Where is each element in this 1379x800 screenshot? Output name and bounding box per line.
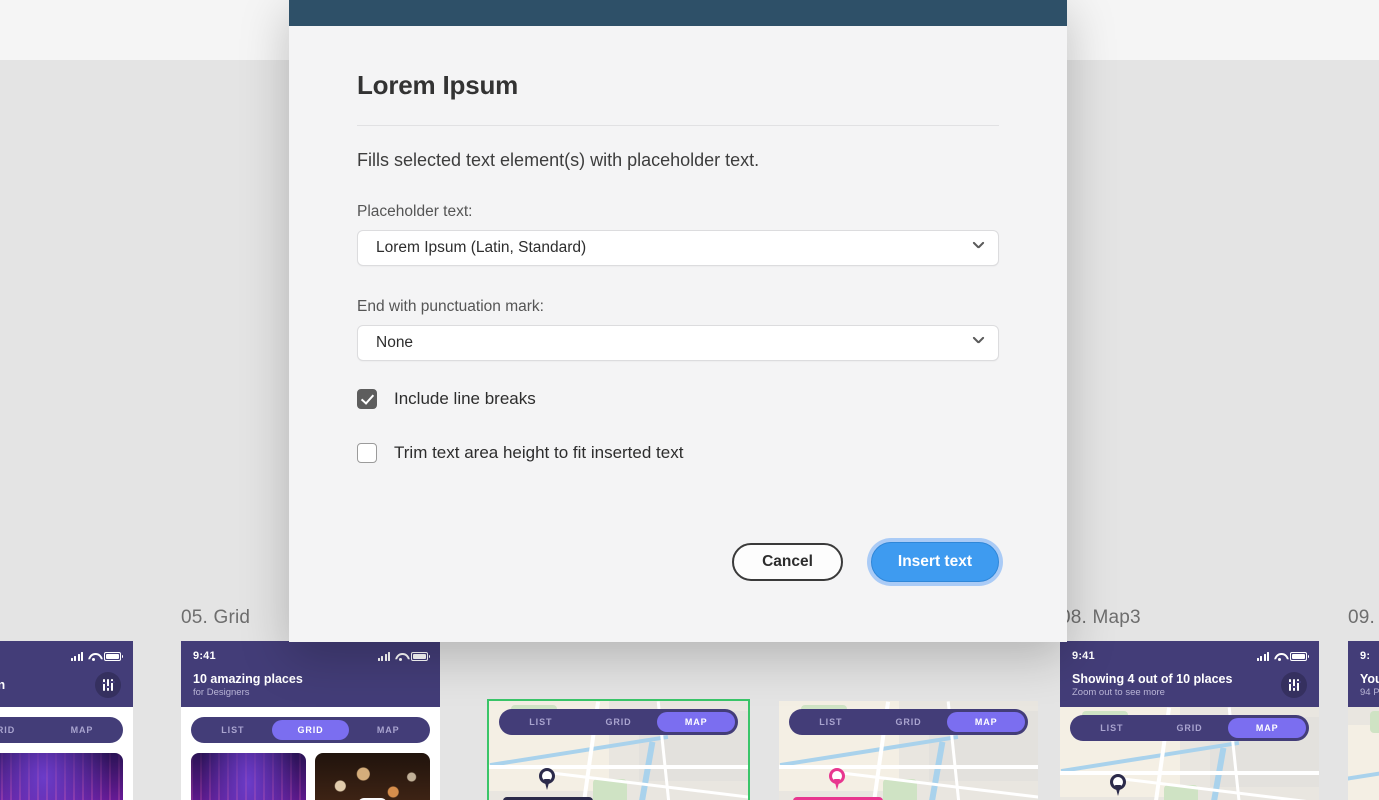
segmented-tabs[interactable]: LIST GRID MAP [499, 709, 738, 735]
tab-list[interactable]: LIST [502, 712, 580, 732]
card-image[interactable]: GET INSPIRED [0, 753, 123, 800]
header-title-row: You 94 P [1360, 672, 1379, 698]
punctuation-value: None [376, 334, 414, 351]
filter-icon[interactable] [95, 672, 121, 698]
battery-icon [1290, 651, 1309, 661]
artboard-header-sub: 94 P [1360, 687, 1379, 699]
artboard-map-selected[interactable]: The Dublin Castle LIST GRID MAP [487, 699, 750, 800]
trim-text-area-row[interactable]: Trim text area height to fit inserted te… [357, 443, 999, 463]
segmented-tabs[interactable]: RID MAP [0, 717, 123, 743]
tab-list[interactable]: LIST [792, 712, 870, 732]
chevron-down-icon [973, 337, 984, 348]
status-icons [1256, 651, 1309, 661]
dialog-description: Fills selected text element(s) with plac… [357, 150, 760, 170]
status-bar [0, 648, 123, 664]
artboard-header-title: You [1360, 672, 1379, 686]
dialog-actions: Cancel Insert text [732, 542, 999, 582]
battery-icon [411, 651, 430, 661]
include-line-breaks-row[interactable]: Include line breaks [357, 389, 999, 409]
status-time: 9: [1360, 650, 1371, 662]
tab-map[interactable]: MAP [1228, 718, 1307, 739]
punctuation-label: End with punctuation mark: [357, 298, 544, 315]
artboard-map-pink[interactable]: The Dublin Castle LIST GRID MAP [779, 701, 1038, 800]
artboard-label-09[interactable]: 09. [1348, 607, 1375, 629]
tab-map[interactable]: MAP [349, 720, 427, 740]
placeholder-text-value: Lorem Ipsum (Latin, Standard) [376, 239, 587, 256]
tab-map[interactable]: MAP [44, 720, 120, 740]
artboard-header-title: ondon [0, 677, 6, 692]
status-bar: 9: [1360, 648, 1379, 664]
phone-header: ondon [0, 641, 133, 707]
header-title-row: ondon [0, 672, 121, 698]
map-canvas[interactable] [1348, 707, 1379, 800]
phone-header: 9:41 Showing 4 out of 10 places Zoom out… [1060, 641, 1319, 708]
filter-icon[interactable] [1281, 672, 1307, 699]
status-icons [70, 651, 123, 661]
tab-grid[interactable]: GRID [870, 712, 948, 732]
artboard-label-05[interactable]: 05. Grid [181, 607, 250, 629]
tab-grid[interactable]: GRID [580, 712, 658, 732]
placeholder-text-select[interactable]: Lorem Ipsum (Latin, Standard) [357, 230, 999, 266]
status-time: 9:41 [193, 650, 216, 662]
wifi-icon [395, 652, 406, 661]
place-card[interactable]: GET INSPIRED Victoria and Albert Museum [191, 753, 306, 800]
map-pin[interactable] [829, 768, 845, 790]
include-line-breaks-label: Include line breaks [394, 389, 536, 408]
status-bar: 9:41 [193, 648, 430, 664]
phone-header: 9: You 94 P [1348, 641, 1379, 708]
artboard-label-08[interactable]: 08. Map3 [1060, 607, 1141, 629]
status-icons [377, 651, 430, 661]
battery-icon [104, 651, 123, 661]
trim-text-area-checkbox[interactable] [357, 443, 377, 463]
tab-map[interactable]: MAP [657, 712, 736, 732]
artboard-grid[interactable]: 9:41 10 amazing places for Designers LIS… [181, 641, 440, 800]
segmented-tabs[interactable]: LIST GRID MAP [1070, 715, 1309, 742]
phone-header: 9:41 10 amazing places for Designers [181, 641, 440, 708]
map-pin[interactable] [1110, 774, 1126, 797]
header-title-row: 10 amazing places for Designers [193, 672, 428, 698]
card-grid: GET INSPIRED Victoria and Albert Museum … [181, 753, 440, 800]
artboard-header-title: Showing 4 out of 10 places [1072, 672, 1233, 686]
cancel-button[interactable]: Cancel [732, 543, 843, 581]
artboard-header-title: 10 amazing places [193, 672, 303, 686]
insert-text-button[interactable]: Insert text [870, 542, 999, 582]
map-wrapper: Th [1348, 707, 1379, 800]
status-bar: 9:41 [1072, 648, 1309, 664]
dialog-titlebar[interactable] [289, 0, 1067, 26]
map-pin[interactable] [539, 768, 555, 790]
signal-icon [70, 651, 83, 661]
place-card[interactable]: EAT Yauatcha [315, 753, 430, 800]
signal-icon [377, 651, 390, 661]
tab-list[interactable]: LIST [1073, 718, 1151, 738]
artboard-header-sub: for Designers [193, 687, 250, 699]
lorem-ipsum-dialog: Lorem Ipsum Fills selected text element(… [289, 0, 1067, 642]
artboard-london[interactable]: ondon RID MAP GET INSPIRED [0, 641, 133, 800]
tab-grid[interactable]: GRID [1151, 718, 1229, 738]
segmented-tabs[interactable]: LIST GRID MAP [191, 717, 430, 744]
trim-text-area-label: Trim text area height to fit inserted te… [394, 443, 684, 462]
segmented-tabs[interactable]: LIST GRID MAP [789, 709, 1028, 735]
title-divider [357, 125, 999, 126]
include-line-breaks-checkbox[interactable] [357, 389, 377, 409]
tab-map[interactable]: MAP [947, 712, 1026, 732]
artboard-09[interactable]: 9: You 94 P Th [1348, 641, 1379, 800]
dialog-title: Lorem Ipsum [357, 70, 519, 100]
header-title-row: Showing 4 out of 10 places Zoom out to s… [1072, 672, 1307, 698]
dialog-body: Lorem Ipsum Fills selected text element(… [289, 26, 1067, 642]
map-wrapper: The Dublin Castle LIST GRID MAP [1060, 707, 1319, 800]
wifi-icon [1274, 652, 1285, 661]
placeholder-text-label: Placeholder text: [357, 203, 473, 220]
chevron-down-icon [973, 242, 984, 253]
wifi-icon [88, 652, 99, 661]
tab-list[interactable]: LIST [194, 720, 272, 740]
artboard-header-sub: Zoom out to see more [1072, 687, 1165, 699]
punctuation-select[interactable]: None [357, 325, 999, 361]
signal-icon [1256, 651, 1269, 661]
artboard-map3[interactable]: 9:41 Showing 4 out of 10 places Zoom out… [1060, 641, 1319, 800]
tab-grid[interactable]: GRID [271, 720, 350, 741]
screen: 05. Grid 08. Map3 09. ondon [0, 0, 1379, 800]
tab-grid[interactable]: RID [0, 720, 44, 740]
status-time: 9:41 [1072, 650, 1095, 662]
